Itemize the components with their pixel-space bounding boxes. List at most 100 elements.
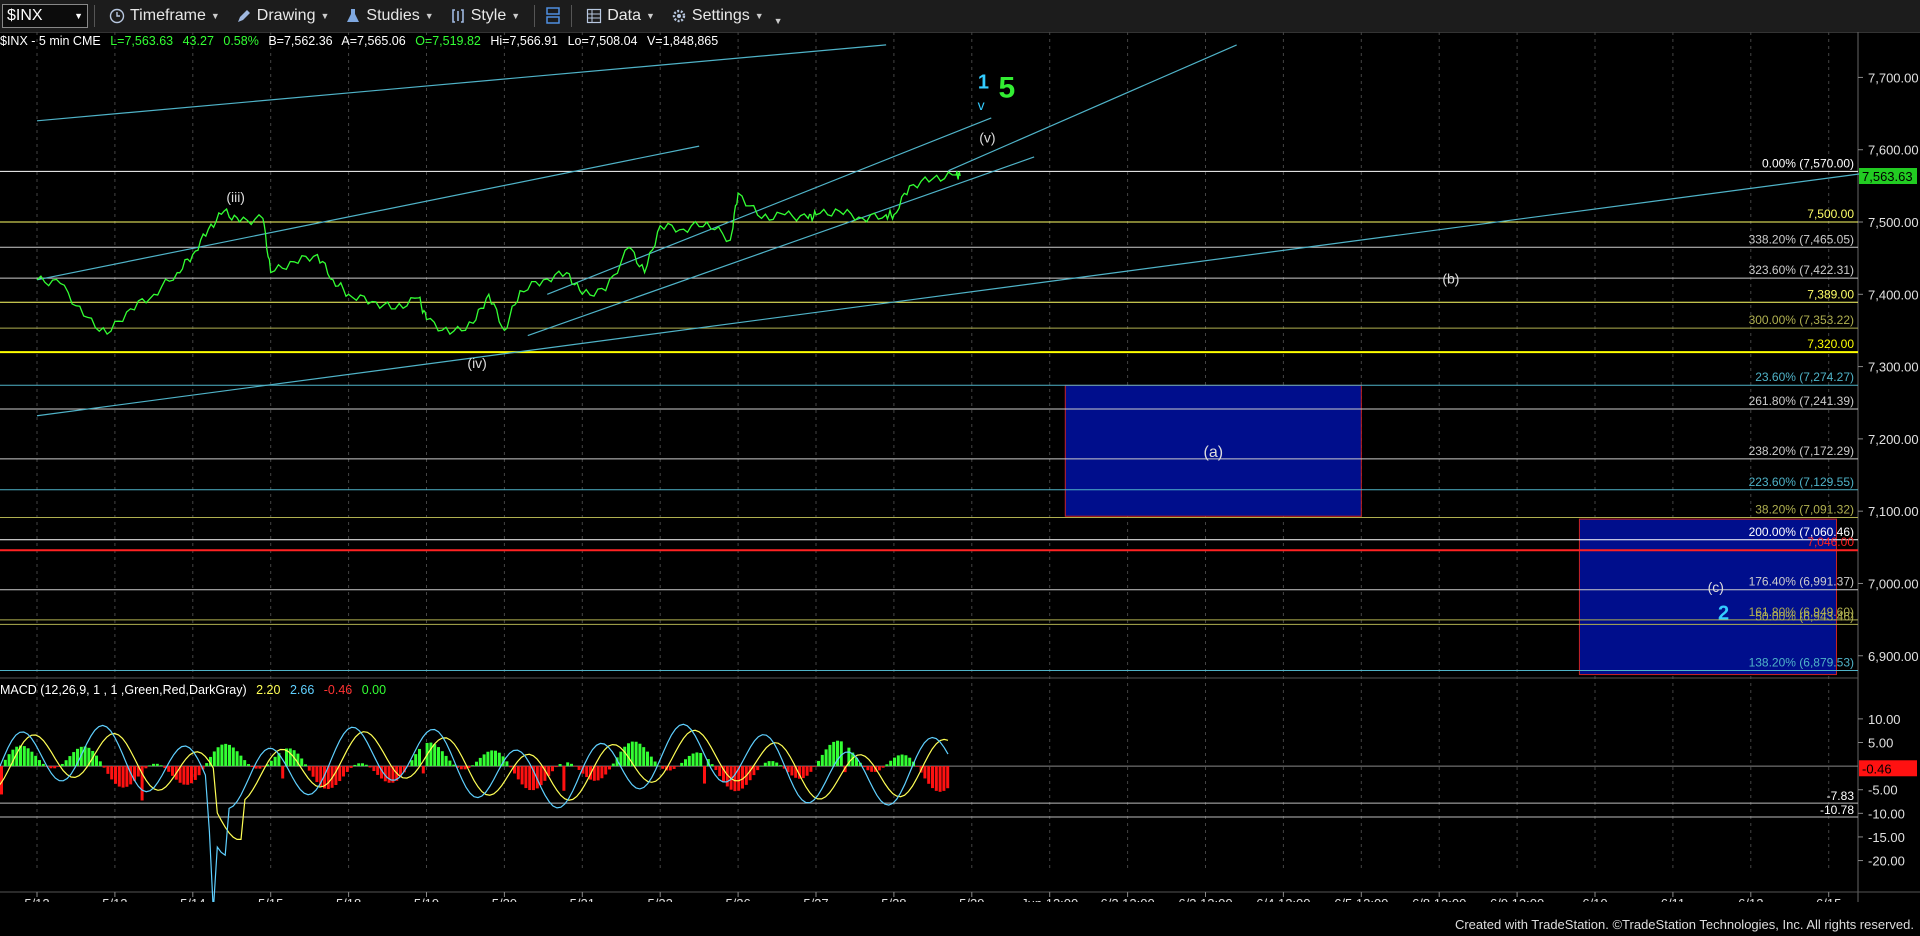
toolbar-divider bbox=[571, 5, 573, 27]
macd-histogram-bar bbox=[881, 766, 885, 768]
macd-axis-label: -20.00 bbox=[1868, 854, 1905, 869]
macd-histogram-bar bbox=[482, 754, 486, 767]
macd-histogram-bar bbox=[870, 766, 874, 772]
macd-histogram-bar bbox=[171, 766, 174, 776]
timeframe-menu[interactable]: Timeframe ▼ bbox=[101, 7, 228, 25]
macd-histogram-bar bbox=[646, 751, 649, 767]
macd-histogram-bar bbox=[604, 766, 608, 775]
studies-menu[interactable]: Studies ▼ bbox=[337, 7, 441, 25]
macd-histogram-bar bbox=[452, 764, 456, 767]
macd-line bbox=[0, 723, 949, 902]
macd-axis-label: 10.00 bbox=[1868, 712, 1901, 727]
macd-histogram-bar bbox=[509, 766, 513, 768]
toolbar-overflow-button[interactable]: ▼ bbox=[772, 6, 785, 26]
time-axis-label: 5/29 bbox=[959, 896, 984, 902]
macd-histogram-bar bbox=[34, 755, 38, 767]
macd-histogram-bar bbox=[771, 761, 775, 767]
macd-histogram-bar bbox=[828, 744, 832, 767]
macd-histogram-bar bbox=[304, 764, 307, 767]
macd-histogram-bar bbox=[573, 766, 577, 767]
macd-histogram-bar bbox=[516, 766, 520, 780]
price-series-line bbox=[36, 170, 961, 336]
fib-level-label: 338.20% (7,465.05) bbox=[1749, 232, 1854, 246]
info-volume: V=1,848,865 bbox=[646, 34, 719, 48]
fib-level-label: 300.00% (7,353.22) bbox=[1749, 313, 1854, 327]
macd-histogram-bar bbox=[152, 763, 155, 767]
time-axis-label: 5/19 bbox=[414, 896, 439, 902]
macd-value-1: 2.20 bbox=[256, 683, 281, 697]
drawing-menu[interactable]: Drawing ▼ bbox=[228, 7, 338, 25]
price-chart[interactable]: 0.00% (7,570.00) 7,500.00 338.20% (7,465.0… bbox=[0, 32, 1920, 902]
macd-axis-label: -5.00 bbox=[1868, 783, 1898, 798]
macd-histogram-bar bbox=[938, 766, 942, 792]
time-axis-label: 5/13 bbox=[102, 896, 127, 902]
macd-histogram-bar bbox=[3, 759, 7, 767]
macd-histogram-bar bbox=[551, 766, 554, 772]
macd-histogram-bar bbox=[216, 747, 220, 767]
macd-histogram-bar bbox=[376, 766, 380, 775]
chevron-down-icon: ▼ bbox=[773, 16, 783, 26]
macd-histogram-bar bbox=[307, 766, 311, 771]
layout-button[interactable] bbox=[541, 7, 565, 24]
macd-histogram-bar bbox=[691, 753, 695, 767]
data-label: Data bbox=[607, 7, 641, 24]
wave-label: 2 bbox=[1718, 603, 1729, 625]
macd-histogram-bar bbox=[421, 766, 425, 774]
macd-histogram-bar bbox=[315, 766, 319, 783]
macd-histogram-bar bbox=[30, 751, 34, 767]
price-axis-label: 7,700.00 bbox=[1868, 70, 1919, 85]
macd-histogram-bar bbox=[608, 766, 611, 770]
macd-histogram-bar bbox=[653, 761, 657, 767]
macd-histogram-bar bbox=[121, 766, 125, 788]
symbol-selector[interactable]: $INX ▼ bbox=[2, 4, 88, 28]
time-axis-label: Jun 12:00 bbox=[1021, 896, 1078, 902]
macd-histogram-bar bbox=[448, 760, 452, 767]
style-menu[interactable]: Style ▼ bbox=[442, 7, 529, 25]
macd-histogram-bar bbox=[900, 754, 904, 767]
channel-line bbox=[36, 44, 887, 122]
fib-level-label: 7,046.00 bbox=[1807, 535, 1854, 549]
macd-histogram-bar bbox=[638, 743, 642, 767]
macd-histogram-bar bbox=[668, 766, 672, 771]
info-percent: 0.58% bbox=[223, 34, 259, 48]
last-price-label: 7,563.63 bbox=[1862, 169, 1913, 184]
macd-histogram-bar bbox=[490, 750, 494, 767]
time-axis-label: 5/15 bbox=[258, 896, 283, 902]
macd-histogram-bar bbox=[893, 757, 896, 767]
macd-histogram-bar bbox=[524, 766, 528, 789]
macd-histogram-bar bbox=[931, 766, 934, 789]
macd-histogram-bar bbox=[623, 746, 627, 767]
fib-level-label: 261.80% (7,241.39) bbox=[1749, 394, 1854, 408]
macd-histogram-bar bbox=[497, 752, 501, 767]
fib-level-label: 7,500.00 bbox=[1807, 207, 1854, 221]
macd-histogram-bar bbox=[125, 766, 129, 787]
macd-histogram-bar bbox=[505, 761, 509, 767]
macd-histogram-bar bbox=[186, 766, 190, 785]
macd-histogram-bar bbox=[247, 764, 250, 767]
macd-histogram-bar bbox=[197, 766, 201, 776]
time-axis-label: 5/22 bbox=[648, 896, 673, 902]
macd-histogram-bar bbox=[528, 766, 532, 791]
macd-histogram-bar bbox=[946, 766, 950, 789]
macd-histogram-bar bbox=[760, 765, 763, 767]
macd-histogram-bar bbox=[927, 766, 931, 784]
macd-histogram-bar bbox=[258, 766, 262, 769]
macd-histogram-bar bbox=[684, 759, 687, 767]
settings-menu[interactable]: Settings ▼ bbox=[663, 7, 772, 25]
wave-label: (iii) bbox=[226, 189, 245, 205]
info-high: Hi=7,566.91 bbox=[490, 34, 559, 48]
macd-histogram-bar bbox=[300, 758, 304, 767]
time-axis-label: 6/11 bbox=[1661, 896, 1685, 902]
price-axis-label: 7,200.00 bbox=[1868, 432, 1919, 447]
settings-label: Settings bbox=[691, 7, 750, 24]
chevron-down-icon: ▼ bbox=[210, 11, 220, 21]
target-box bbox=[1578, 518, 1837, 676]
data-menu[interactable]: Data ▼ bbox=[578, 7, 663, 25]
macd-histogram-bar bbox=[361, 763, 364, 767]
macd-histogram-bar bbox=[182, 766, 186, 785]
time-axis-label: 6/10 bbox=[1582, 896, 1607, 902]
dropdown-arrow-icon: ▼ bbox=[74, 11, 83, 21]
info-open: O=7,519.82 bbox=[415, 34, 481, 48]
macd-histogram-bar bbox=[144, 766, 148, 769]
time-axis-label: 5/26 bbox=[725, 896, 750, 902]
